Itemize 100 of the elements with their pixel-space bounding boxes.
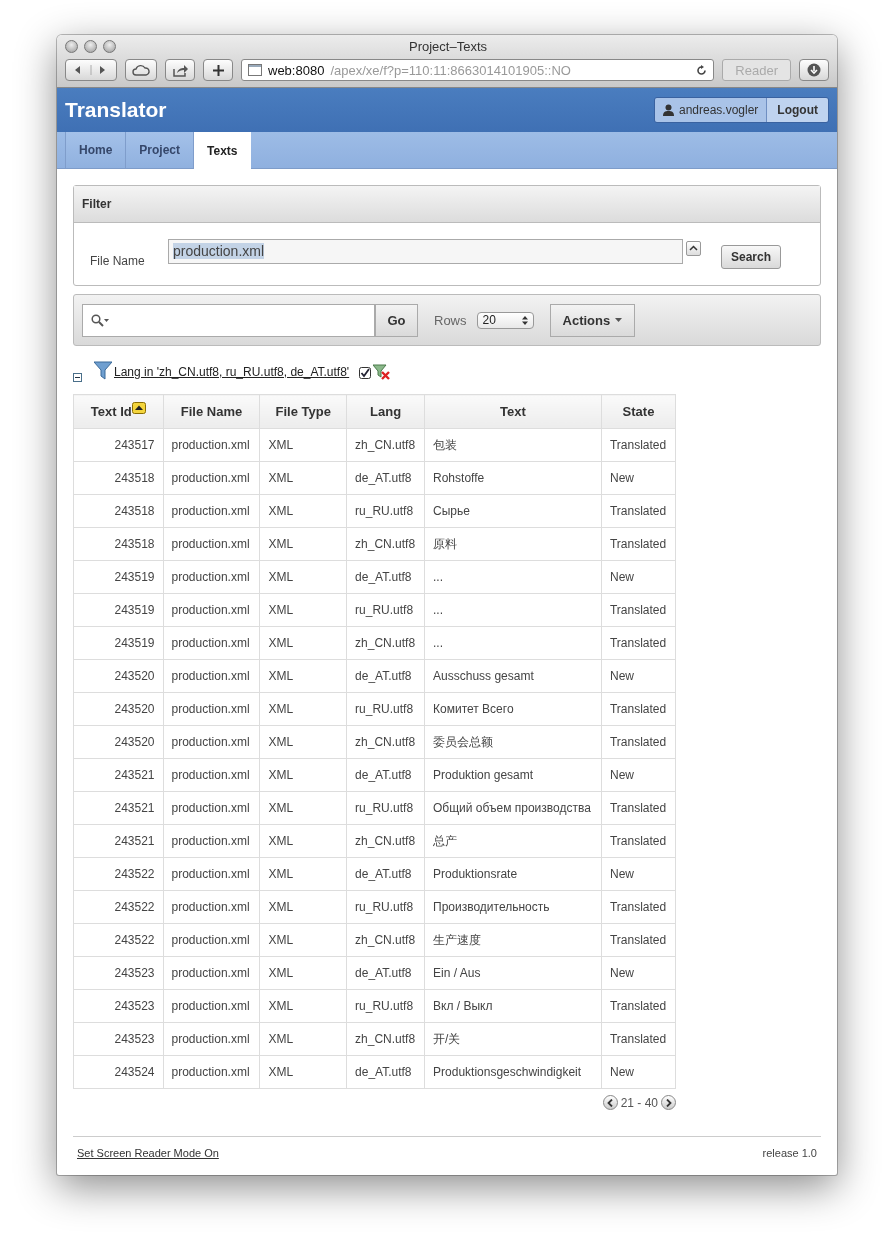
table-cell: production.xml [163,461,260,495]
table-cell: zh_CN.utf8 [346,1022,425,1056]
close-button[interactable] [65,39,78,53]
release-label: release 1.0 [762,1147,817,1159]
table-cell: production.xml [163,692,260,726]
table-cell: de_AT.utf8 [346,461,425,495]
table-cell: production.xml [163,890,260,924]
column-header[interactable]: File Name [163,394,260,429]
table-cell: XML [259,527,347,561]
table-cell: 243522 [73,857,163,891]
field-label: File Name [90,254,146,268]
downloads-button[interactable] [799,59,829,81]
panel-title: Filter [74,186,820,223]
share-button[interactable] [165,59,195,81]
table-cell: XML [259,956,347,990]
app-title: Translator [65,98,167,122]
checkbox-icon[interactable] [359,367,372,379]
minimize-button[interactable] [84,39,97,53]
reload-icon [696,64,708,76]
table-cell: Translated [601,1022,676,1056]
table-cell: production.xml [163,1055,260,1089]
share-icon [172,63,188,77]
table-cell: zh_CN.utf8 [346,527,425,561]
table-cell: ru_RU.utf8 [346,890,425,924]
logout-button[interactable]: Logout [767,98,828,122]
table-cell: 243523 [73,1022,163,1056]
search-button[interactable]: Search [721,245,782,269]
table-cell: XML [259,923,347,957]
collapse-icon[interactable] [73,373,82,382]
remove-filter-icon[interactable] [373,364,392,380]
column-header[interactable]: Lang [346,394,425,429]
table-cell: Translated [601,494,676,528]
table-cell: Производительность [424,890,602,924]
table-cell: 243520 [73,659,163,693]
table-cell: de_AT.utf8 [346,857,425,891]
collapse-button[interactable] [686,240,701,256]
table-cell: New [601,659,676,693]
table-cell: XML [259,1055,347,1089]
table-cell: Translated [601,593,676,627]
report-search-field[interactable] [82,303,375,337]
table-cell: 开/关 [424,1022,602,1056]
rows-label: Rows [434,312,467,328]
screen-reader-link[interactable]: Set Screen Reader Mode On [77,1147,219,1159]
table-cell: 243520 [73,692,163,726]
table-cell: production.xml [163,758,260,792]
search-icon [91,313,109,327]
table-cell: ... [424,626,602,660]
cloud-button[interactable] [125,59,157,81]
table-cell: Сырье [424,494,602,528]
file-name-field[interactable]: production.xml [168,238,683,264]
column-header[interactable]: Text [424,394,602,429]
add-button[interactable] [203,59,233,81]
table-cell: Produktion gesamt [424,758,602,792]
table-cell: production.xml [163,428,260,462]
table-cell: XML [259,989,347,1023]
table-cell: Вкл / Выкл [424,989,602,1023]
rows-select[interactable]: 20 [476,311,534,329]
table-cell: 243520 [73,725,163,759]
table-cell: 243521 [73,758,163,792]
table-cell: zh_CN.utf8 [346,824,425,858]
back-forward-button[interactable] [65,59,117,81]
table-cell: XML [259,890,347,924]
table-cell: 243518 [73,461,163,495]
nav-tab[interactable]: Texts [193,132,251,169]
nav-tab[interactable]: Home [65,132,126,168]
sort-ascending-icon [131,402,146,414]
table-cell: XML [259,494,347,528]
plus-icon [212,64,224,76]
table-cell: New [601,560,676,594]
table-cell: 243518 [73,527,163,561]
actions-button[interactable]: Actions [549,303,636,337]
table-cell: de_AT.utf8 [346,659,425,693]
table-cell: production.xml [163,494,260,528]
next-page-button[interactable] [661,1095,676,1110]
column-header[interactable]: Text Id [73,394,163,429]
table-cell: Translated [601,428,676,462]
table-cell: New [601,1055,676,1089]
column-header[interactable]: State [601,394,676,429]
column-header[interactable]: File Type [259,394,347,429]
table-cell: 243521 [73,791,163,825]
table-cell: XML [259,560,347,594]
nav-tab[interactable]: Project [125,132,194,168]
table-cell: New [601,857,676,891]
table-cell: ru_RU.utf8 [346,494,425,528]
table-cell: de_AT.utf8 [346,956,425,990]
chevron-left-icon [607,1098,614,1107]
previous-page-button[interactable] [602,1095,618,1110]
address-field[interactable]: web:8080 /apex/xe/f?p=110:11:8663014101905::NO [241,59,715,81]
table-cell: zh_CN.utf8 [346,428,425,462]
zoom-button[interactable] [103,39,116,53]
table-cell: Ausschuss gesamt [424,659,602,693]
table-cell: XML [259,824,347,858]
table-cell: 243521 [73,824,163,858]
go-button[interactable]: Go [375,303,418,337]
table-cell: production.xml [163,659,260,693]
table-cell: Translated [601,626,676,660]
filter-link[interactable]: Lang in 'zh_CN.utf8, ru_RU.utf8, de_AT.utf8' [114,365,350,379]
table-cell: 243517 [73,428,163,462]
table-cell: 包装 [424,428,602,462]
chevron-right-icon [665,1098,672,1107]
